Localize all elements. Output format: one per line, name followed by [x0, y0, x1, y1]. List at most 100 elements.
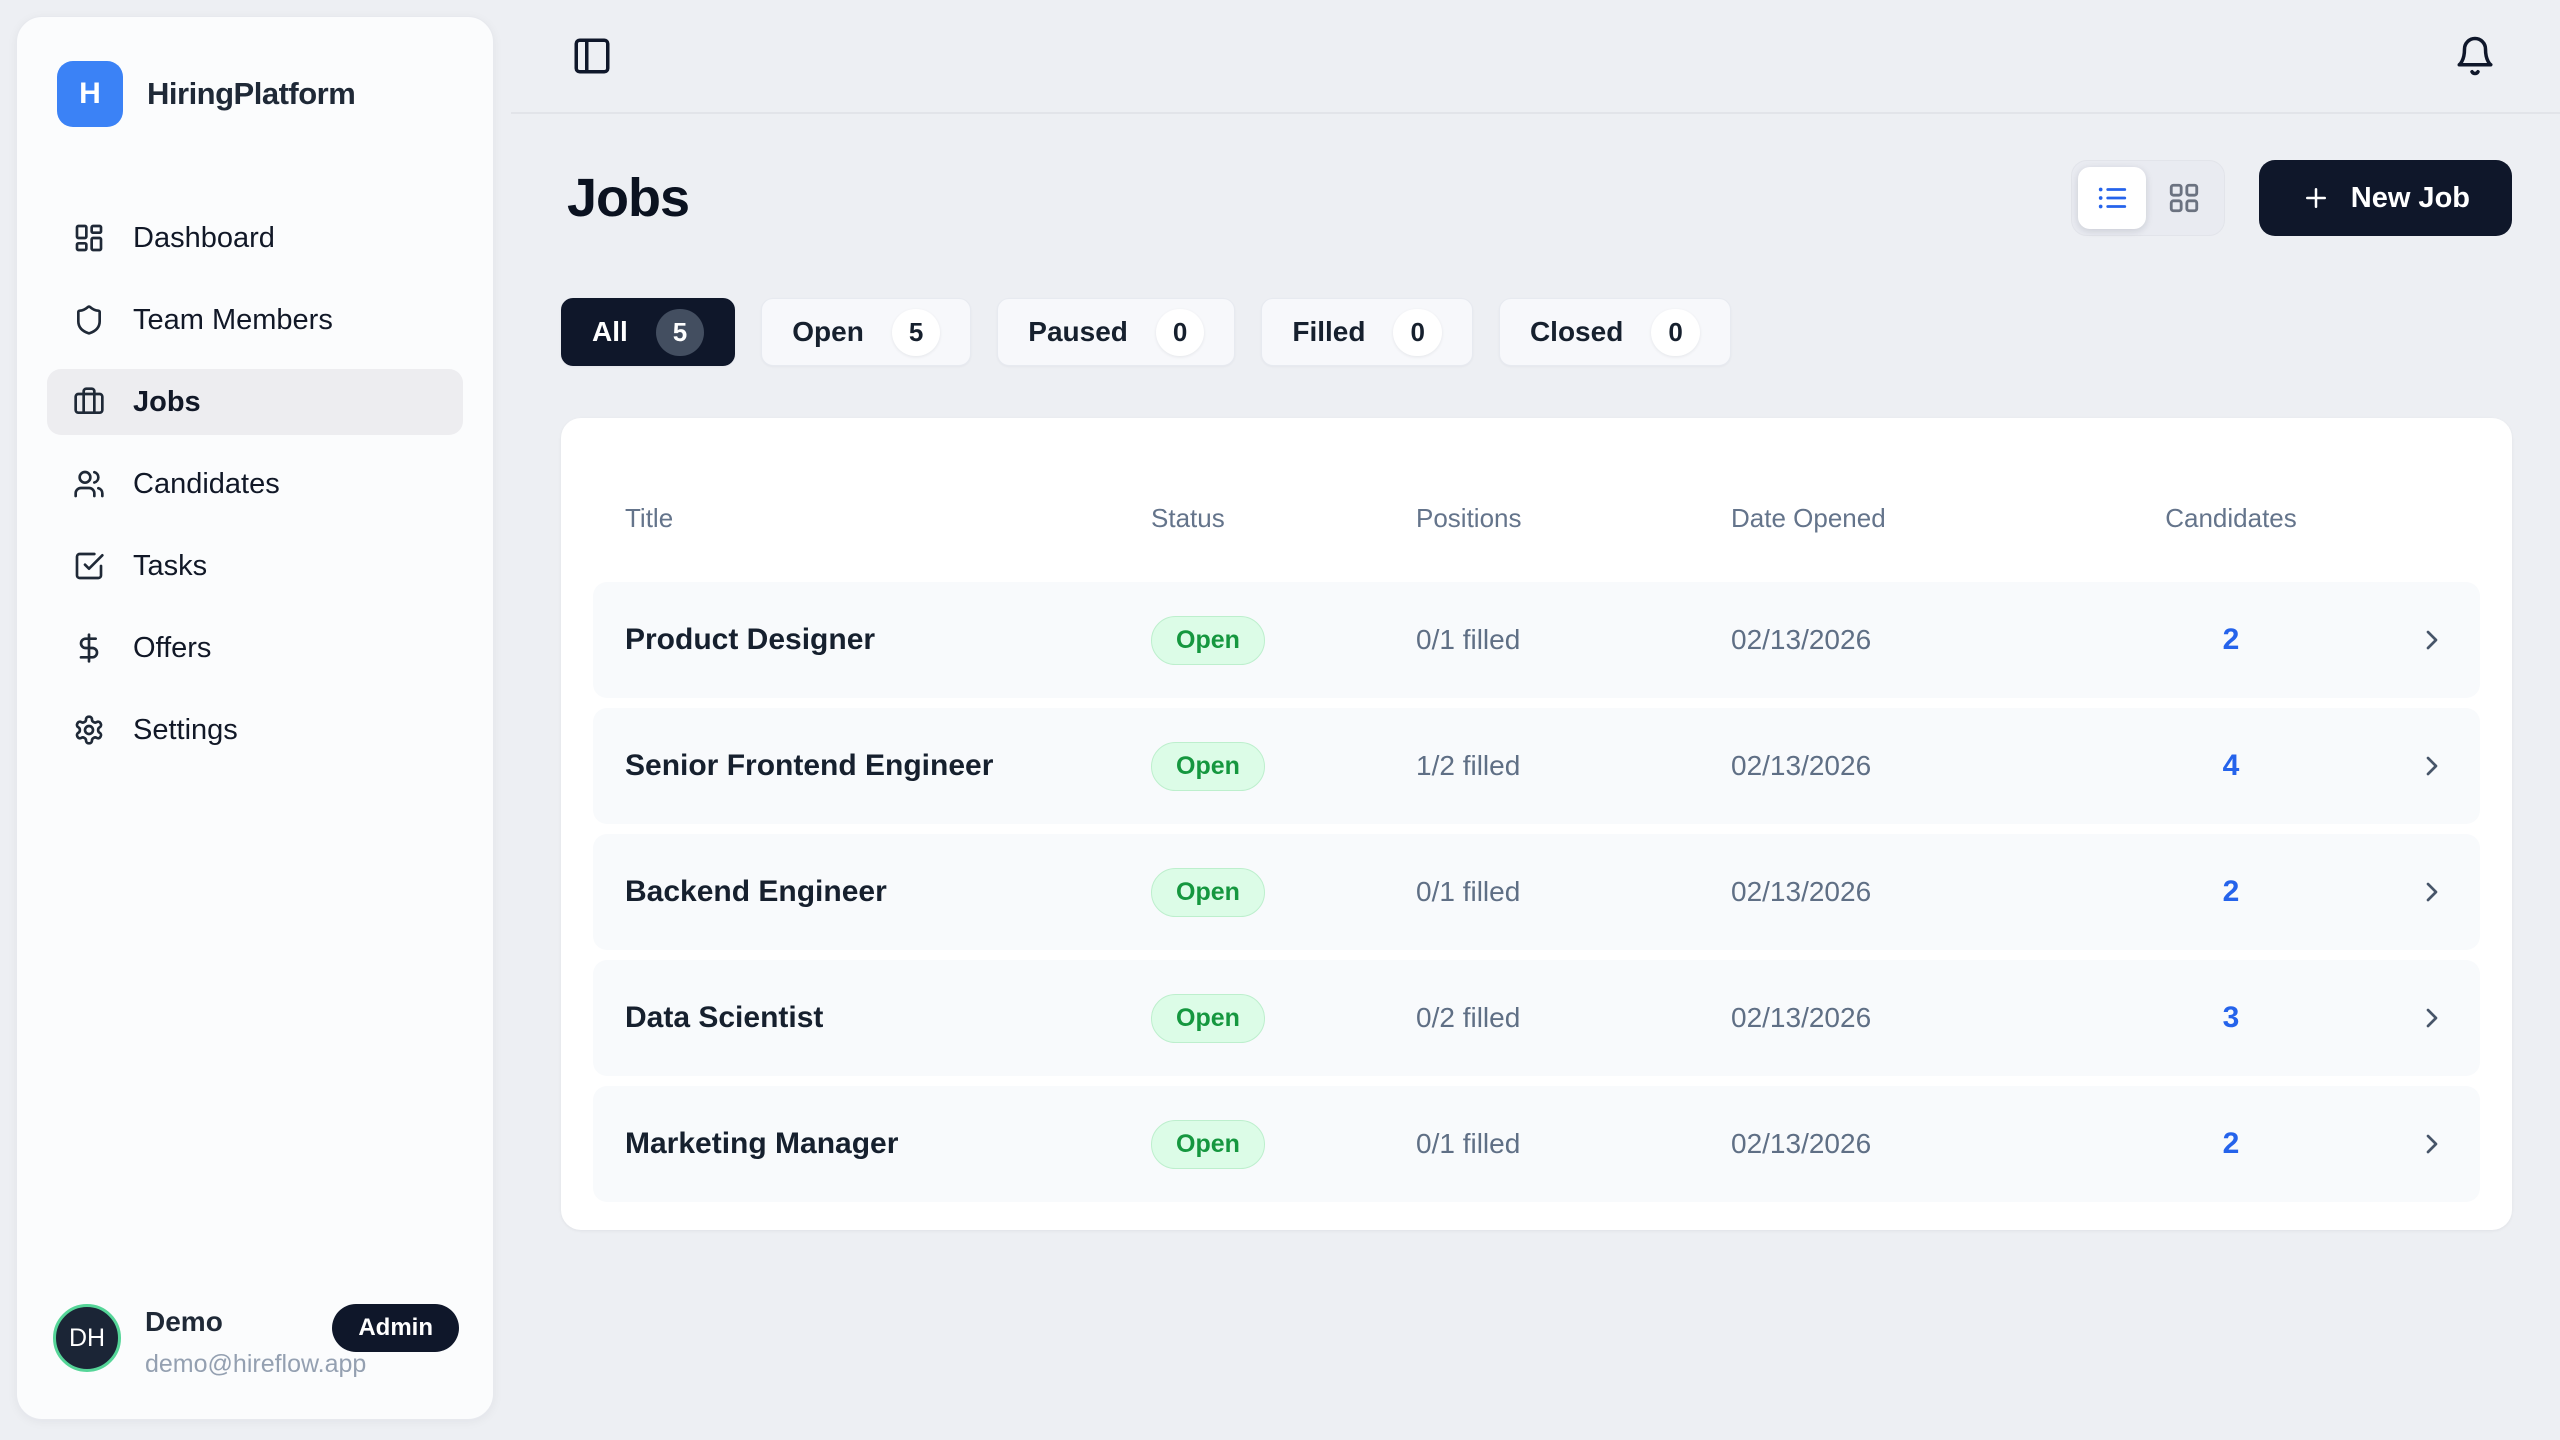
nav-item-label: Tasks — [133, 550, 207, 583]
row-chevron-cell — [2331, 1002, 2448, 1034]
filter-tab[interactable]: Paused 0 — [997, 298, 1235, 366]
table-body: Product Designer Open 0/1 filled 02/13/2… — [593, 582, 2480, 1202]
row-chevron-cell — [2331, 750, 2448, 782]
chevron-right-icon — [2416, 750, 2448, 782]
positions-cell: 0/1 filled — [1416, 1128, 1731, 1160]
sidebar-nav-item[interactable]: Candidates — [47, 451, 463, 517]
sidebar-nav-item[interactable]: Tasks — [47, 533, 463, 599]
table-row[interactable]: Product Designer Open 0/1 filled 02/13/2… — [593, 582, 2480, 698]
sidebar-user[interactable]: DH Demo demo@hireflow.app Admin — [47, 1304, 463, 1379]
nav-item-label: Team Members — [133, 304, 333, 337]
filter-tab-label: All — [592, 316, 628, 348]
filter-tab-label: Closed — [1530, 316, 1623, 348]
chevron-right-icon — [2416, 876, 2448, 908]
nav-item-icon — [73, 386, 105, 418]
nav-item-icon — [73, 468, 105, 500]
page-header: Jobs New Job — [561, 160, 2512, 236]
brand: H HiringPlatform — [47, 61, 463, 127]
content: Jobs New Job All — [511, 114, 2560, 1230]
bell-icon — [2454, 35, 2496, 77]
sidebar: H HiringPlatform Dashboard Team Members … — [16, 16, 494, 1420]
date-opened-cell: 02/13/2026 — [1731, 750, 2131, 782]
filter-tab-label: Filled — [1292, 316, 1365, 348]
job-title-cell: Senior Frontend Engineer — [625, 749, 1151, 783]
user-email: demo@hireflow.app — [145, 1350, 366, 1379]
candidates-count-link[interactable]: 4 — [2131, 749, 2331, 783]
status-badge: Open — [1151, 742, 1265, 791]
status-badge: Open — [1151, 616, 1265, 665]
table-row[interactable]: Senior Frontend Engineer Open 1/2 filled… — [593, 708, 2480, 824]
nav-item-icon — [73, 222, 105, 254]
sidebar-nav: Dashboard Team Members Jobs Candidates T… — [47, 205, 463, 763]
app-name: HiringPlatform — [147, 76, 355, 112]
job-status-cell: Open — [1151, 994, 1416, 1043]
status-badge: Open — [1151, 868, 1265, 917]
list-view-button[interactable] — [2078, 167, 2146, 229]
notifications-button[interactable] — [2454, 35, 2496, 77]
sidebar-nav-item[interactable]: Dashboard — [47, 205, 463, 271]
filter-tab[interactable]: All 5 — [561, 298, 735, 366]
plus-icon — [2301, 183, 2331, 213]
date-opened-cell: 02/13/2026 — [1731, 624, 2131, 656]
header-actions: New Job — [2071, 160, 2512, 236]
nav-item-icon — [73, 632, 105, 664]
table-column-header: Positions — [1416, 503, 1731, 534]
nav-item-label: Offers — [133, 632, 211, 665]
filter-tab-label: Open — [792, 316, 864, 348]
sidebar-toggle-button[interactable] — [571, 35, 613, 77]
sidebar-nav-item[interactable]: Offers — [47, 615, 463, 681]
candidates-count-link[interactable]: 2 — [2131, 623, 2331, 657]
positions-cell: 0/2 filled — [1416, 1002, 1731, 1034]
filter-tab[interactable]: Open 5 — [761, 298, 971, 366]
job-status-cell: Open — [1151, 1120, 1416, 1169]
filter-tab-count: 5 — [656, 309, 704, 356]
chevron-right-icon — [2416, 1002, 2448, 1034]
row-chevron-cell — [2331, 1128, 2448, 1160]
chevron-right-icon — [2416, 624, 2448, 656]
date-opened-cell: 02/13/2026 — [1731, 1002, 2131, 1034]
filter-tab-count: 0 — [1393, 309, 1441, 356]
table-column-header: Candidates — [2131, 503, 2331, 534]
row-chevron-cell — [2331, 876, 2448, 908]
user-meta: Demo demo@hireflow.app — [145, 1304, 366, 1379]
table-column-header: Title — [625, 503, 1151, 534]
grid-view-button[interactable] — [2150, 167, 2218, 229]
page-title: Jobs — [567, 167, 689, 229]
filter-tab-count: 0 — [1156, 309, 1204, 356]
job-status-cell: Open — [1151, 868, 1416, 917]
date-opened-cell: 02/13/2026 — [1731, 876, 2131, 908]
filter-tab[interactable]: Closed 0 — [1499, 298, 1731, 366]
job-title-cell: Marketing Manager — [625, 1127, 1151, 1161]
user-avatar: DH — [53, 1304, 121, 1372]
new-job-label: New Job — [2351, 182, 2470, 215]
table-row[interactable]: Marketing Manager Open 0/1 filled 02/13/… — [593, 1086, 2480, 1202]
positions-cell: 0/1 filled — [1416, 876, 1731, 908]
jobs-table-card: Title Status Positions Date Opened Candi… — [561, 418, 2512, 1230]
sidebar-nav-item[interactable]: Jobs — [47, 369, 463, 435]
table-row[interactable]: Data Scientist Open 0/2 filled 02/13/202… — [593, 960, 2480, 1076]
layout-grid-icon — [2167, 181, 2201, 215]
table-column-header: Date Opened — [1731, 503, 2131, 534]
sidebar-nav-item[interactable]: Settings — [47, 697, 463, 763]
candidates-count-link[interactable]: 3 — [2131, 1001, 2331, 1035]
table-row[interactable]: Backend Engineer Open 0/1 filled 02/13/2… — [593, 834, 2480, 950]
candidates-count-link[interactable]: 2 — [2131, 875, 2331, 909]
filter-tab[interactable]: Filled 0 — [1261, 298, 1473, 366]
job-title-cell: Backend Engineer — [625, 875, 1151, 909]
filter-tab-count: 0 — [1651, 309, 1699, 356]
row-chevron-cell — [2331, 624, 2448, 656]
nav-item-icon — [73, 714, 105, 746]
nav-item-icon — [73, 550, 105, 582]
sidebar-nav-item[interactable]: Team Members — [47, 287, 463, 353]
list-icon — [2095, 181, 2129, 215]
status-badge: Open — [1151, 1120, 1265, 1169]
positions-cell: 1/2 filled — [1416, 750, 1731, 782]
date-opened-cell: 02/13/2026 — [1731, 1128, 2131, 1160]
job-status-cell: Open — [1151, 616, 1416, 665]
nav-item-label: Dashboard — [133, 222, 275, 255]
user-role-badge: Admin — [332, 1304, 459, 1352]
job-title-cell: Product Designer — [625, 623, 1151, 657]
panel-left-icon — [571, 35, 613, 77]
candidates-count-link[interactable]: 2 — [2131, 1127, 2331, 1161]
new-job-button[interactable]: New Job — [2259, 160, 2512, 236]
